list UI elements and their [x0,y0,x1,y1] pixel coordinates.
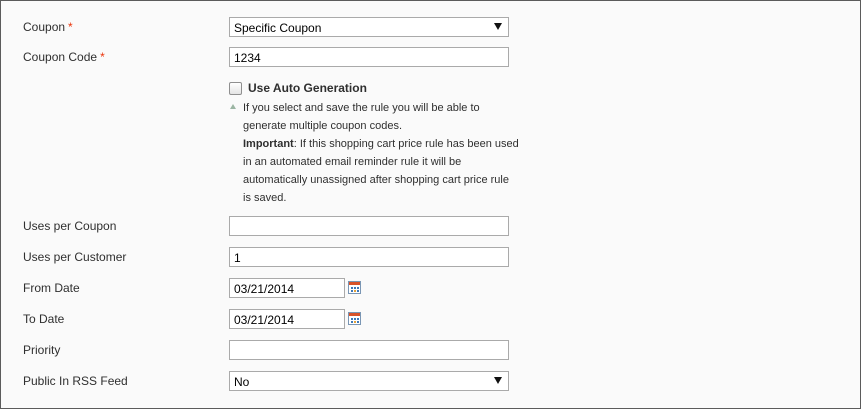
coupon-code-label: Coupon Code * [23,50,105,64]
from-date-value: 03/21/2014 [234,282,295,296]
priority-row: Priority [1,340,860,362]
coupon-select[interactable]: Specific Coupon [229,17,509,37]
coupon-row: Coupon * Specific Coupon [1,17,860,39]
auto-generation-checkbox[interactable] [229,82,242,95]
coupon-code-value: 1234 [234,51,261,65]
public-rss-row: Public In RSS Feed No [1,371,860,393]
calendar-icon[interactable] [348,281,361,294]
to-date-input[interactable]: 03/21/2014 [229,309,345,329]
coupon-settings-form: Coupon * Specific Coupon Coupon Code * 123… [0,0,861,409]
uses-per-customer-row: Uses per Customer 1 [1,247,860,269]
uses-per-coupon-label: Uses per Coupon [23,219,117,233]
note-text: If you select and save the rule you will… [243,102,519,204]
uses-per-coupon-input[interactable] [229,216,509,236]
public-rss-label: Public In RSS Feed [23,374,128,388]
uses-per-coupon-row: Uses per Coupon [1,216,860,238]
required-marker: * [100,50,105,64]
from-date-label: From Date [23,281,80,295]
coupon-label: Coupon * [23,20,73,34]
priority-input[interactable] [229,340,509,360]
coupon-code-input[interactable]: 1234 [229,47,509,67]
to-date-label: To Date [23,312,65,326]
dropdown-arrow-icon [494,377,502,384]
note-triangle-icon [230,104,236,109]
uses-per-customer-input[interactable]: 1 [229,247,509,267]
coupon-code-row: Coupon Code * 1234 [1,47,860,69]
auto-generation-label[interactable]: Use Auto Generation [248,81,367,95]
to-date-row: To Date 03/21/2014 [1,309,860,331]
priority-label: Priority [23,343,61,357]
uses-per-customer-value: 1 [234,251,241,265]
public-rss-value: No [234,375,250,389]
auto-generation-option: Use Auto Generation [229,81,529,97]
to-date-value: 03/21/2014 [234,313,295,327]
public-rss-select[interactable]: No [229,371,509,391]
dropdown-arrow-icon [494,23,502,30]
uses-per-customer-label: Uses per Customer [23,250,127,264]
coupon-select-value: Specific Coupon [234,21,322,35]
from-date-row: From Date 03/21/2014 [1,278,860,300]
required-marker: * [68,20,73,34]
calendar-icon[interactable] [348,312,361,325]
important-label: Important [243,138,294,150]
from-date-input[interactable]: 03/21/2014 [229,278,345,298]
